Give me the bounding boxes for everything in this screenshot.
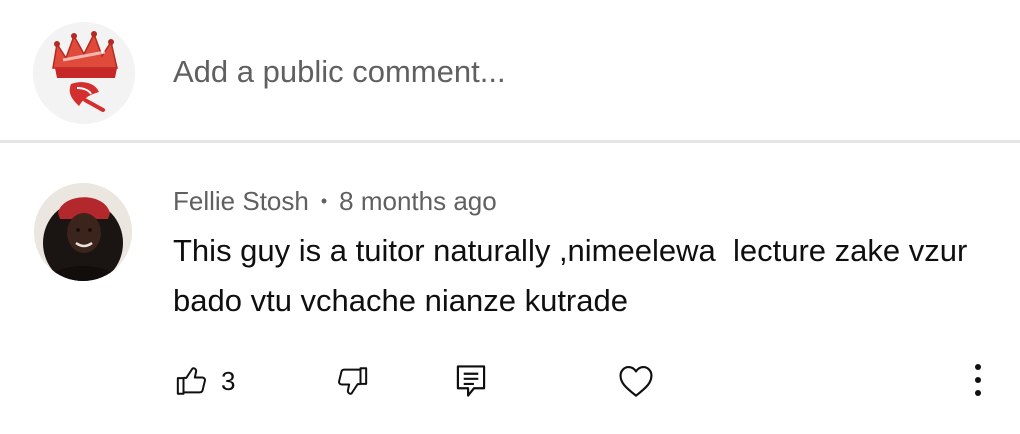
reply-comment-icon <box>456 365 486 397</box>
add-comment-row <box>0 0 1020 141</box>
comment-timestamp[interactable]: 8 months ago <box>339 186 497 217</box>
comment-text: This guy is a tuitor naturally ,nimeelew… <box>173 233 976 318</box>
dislike-button[interactable] <box>334 361 370 401</box>
comment-meta: Fellie Stosh • 8 months ago <box>173 184 497 218</box>
comment-author[interactable]: Fellie Stosh <box>173 186 309 217</box>
like-button[interactable]: 3 <box>174 361 235 401</box>
add-comment-input[interactable] <box>173 52 973 92</box>
heart-button[interactable] <box>617 361 655 401</box>
crown-logo-icon <box>33 22 135 124</box>
reply-button[interactable] <box>455 361 487 401</box>
current-user-avatar[interactable] <box>33 22 135 124</box>
heart-icon <box>619 366 653 397</box>
user-photo-icon <box>34 183 132 281</box>
commenter-avatar[interactable] <box>34 183 132 281</box>
divider <box>0 140 1020 143</box>
comments-section: Fellie Stosh • 8 months ago This guy is … <box>0 0 1020 434</box>
more-options-button[interactable] <box>966 360 990 400</box>
thumb-up-icon <box>176 367 206 395</box>
more-vertical-icon <box>975 364 981 396</box>
thumb-down-icon <box>338 367 368 395</box>
meta-separator: • <box>320 190 328 211</box>
like-count: 3 <box>221 365 236 396</box>
